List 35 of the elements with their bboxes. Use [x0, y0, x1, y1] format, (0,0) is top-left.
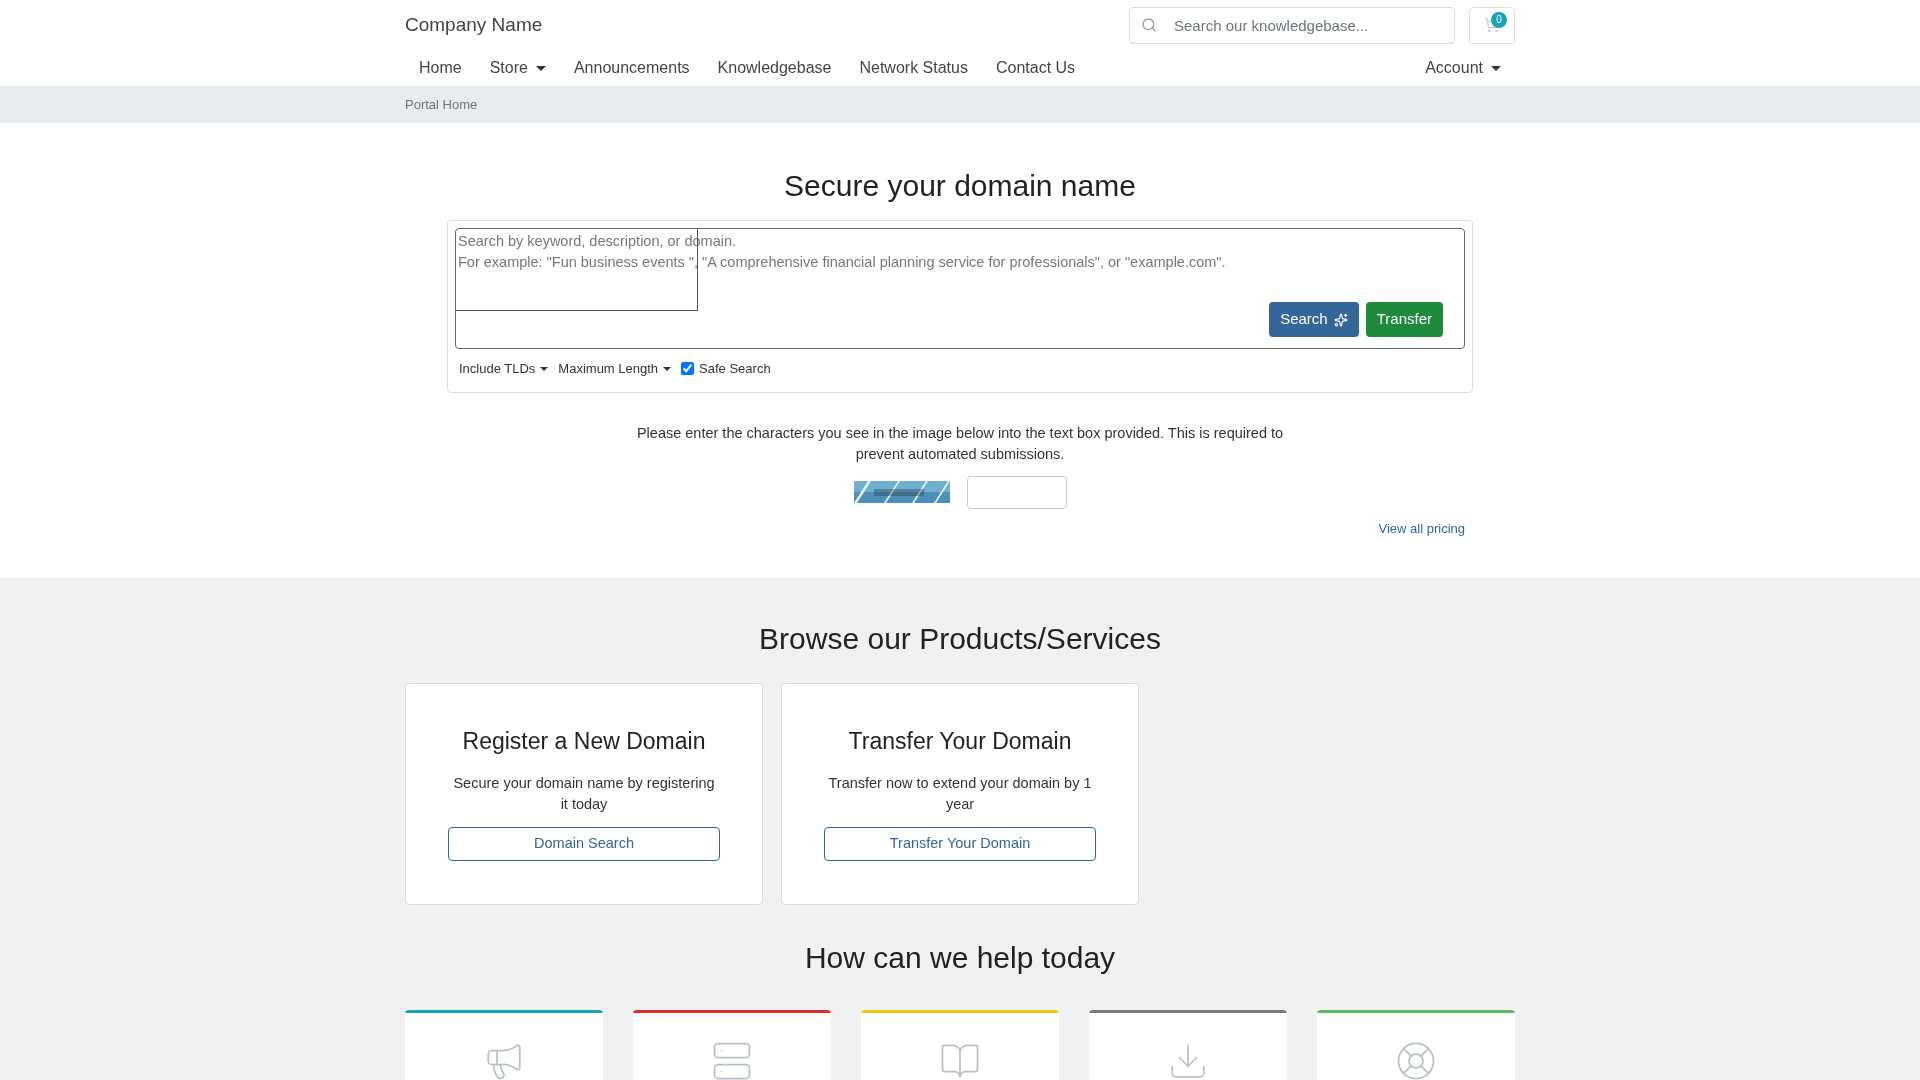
- sparkles-icon: [1333, 312, 1348, 327]
- nav-link[interactable]: Contact Us: [981, 56, 1090, 80]
- search-icon: [1141, 16, 1157, 33]
- nav-link[interactable]: Announcements: [559, 56, 704, 80]
- nav-link[interactable]: Network Status: [845, 56, 982, 80]
- caret-icon: [663, 366, 672, 371]
- search-button[interactable]: Search: [1269, 302, 1359, 337]
- safe-search-checkbox[interactable]: [681, 362, 695, 376]
- server-icon: [711, 1040, 753, 1080]
- section-title: Browse our Products/Services: [759, 621, 1161, 657]
- view-pricing-link[interactable]: View all pricing: [1378, 518, 1465, 538]
- checkbox-label: Safe Search: [699, 360, 771, 378]
- card-title: Transfer Your Domain: [848, 727, 1072, 756]
- caret-icon: [540, 366, 549, 371]
- card-button[interactable]: Transfer Your Domain: [824, 826, 1096, 861]
- filter-dropdown[interactable]: Maximum Length: [558, 359, 672, 379]
- account-menu[interactable]: Account: [1411, 56, 1515, 80]
- cart-count-badge: 0: [1491, 11, 1507, 28]
- search-field[interactable]: Search our knowledgebase...: [1129, 6, 1455, 44]
- nav-link[interactable]: Home: [405, 56, 476, 80]
- nav-link[interactable]: Knowledgebase: [703, 56, 846, 80]
- card-text: Secure your domain name by registering it today: [452, 773, 716, 814]
- transfer-button[interactable]: Transfer: [1365, 302, 1443, 337]
- captcha-field[interactable]: [966, 475, 1067, 509]
- nav-link[interactable]: Store: [475, 56, 560, 80]
- lifebuoy-icon: [1395, 1040, 1437, 1080]
- card-text: Transfer now to extend your domain by 1 year: [827, 773, 1093, 814]
- filter-dropdown[interactable]: Include TLDs: [459, 359, 549, 379]
- captcha-instructions: Please enter the characters you see in the image below into the text box provided. This is required to prevent automated submissions.: [635, 423, 1285, 464]
- section-title: Secure your domain name: [784, 168, 1136, 204]
- breadcrumb-item[interactable]: Portal Home: [405, 94, 478, 115]
- brand-name[interactable]: Company Name: [405, 10, 543, 40]
- section-title: How can we help today: [804, 940, 1116, 976]
- card-button[interactable]: Domain Search: [448, 826, 720, 861]
- card-title: Register a New Domain: [462, 727, 706, 756]
